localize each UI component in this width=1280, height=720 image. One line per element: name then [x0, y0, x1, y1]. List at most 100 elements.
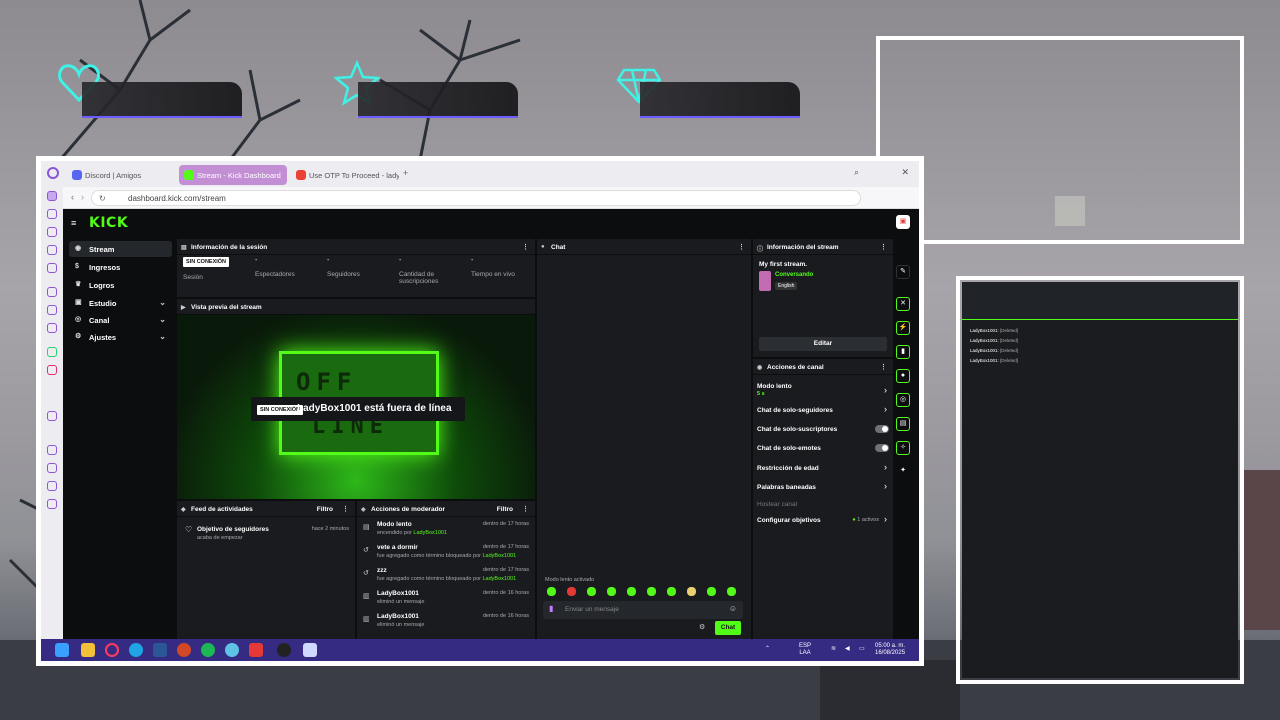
- panel-header: ▶ Vista previa del stream: [177, 299, 535, 315]
- edge-icon[interactable]: [129, 643, 143, 657]
- more-icon[interactable]: ⋮: [342, 505, 349, 513]
- tool-icon[interactable]: ⚡: [896, 321, 910, 335]
- sidebar-app-icon[interactable]: [47, 263, 57, 273]
- word-icon[interactable]: [153, 643, 167, 657]
- tool-icon[interactable]: ▤: [896, 417, 910, 431]
- emote-icon[interactable]: [667, 587, 676, 596]
- add-icon[interactable]: [47, 411, 57, 421]
- nav-stream[interactable]: ◉ Stream: [69, 241, 172, 257]
- close-window-icon[interactable]: ✕: [901, 167, 909, 178]
- followers-only-setting[interactable]: Chat de solo-seguidores: [757, 407, 833, 414]
- more-icon[interactable]: ⋮: [738, 243, 745, 251]
- more-icon[interactable]: ⋮: [880, 243, 887, 251]
- category-label[interactable]: Conversando: [775, 272, 813, 278]
- sidebar-app-icon[interactable]: [47, 287, 57, 297]
- subscribers-only-toggle[interactable]: [875, 425, 889, 433]
- edit-button[interactable]: Editar: [759, 337, 887, 351]
- emote-icon[interactable]: [587, 587, 596, 596]
- input-language[interactable]: ESP LAA: [799, 643, 811, 657]
- opera-gx-icon[interactable]: [105, 643, 119, 657]
- app-icon[interactable]: [249, 643, 263, 657]
- age-restriction-setting[interactable]: Restricción de edad: [757, 465, 819, 472]
- chat-app-icon[interactable]: [225, 643, 239, 657]
- back-icon[interactable]: ‹: [71, 192, 74, 202]
- gear-icon: ⚙: [75, 333, 82, 340]
- nav-logros[interactable]: ♛ Logros: [69, 277, 172, 293]
- chat-input[interactable]: ▮ Enviar un mensaje ☺: [543, 601, 743, 619]
- tab-kick-dashboard[interactable]: Stream - Kick Dashboard: [179, 165, 287, 185]
- file-explorer-icon[interactable]: [81, 643, 95, 657]
- reload-icon[interactable]: ↻: [99, 194, 106, 203]
- emote-icon[interactable]: [687, 587, 696, 596]
- battery-icon[interactable]: ▭: [859, 646, 865, 653]
- filter-button[interactable]: Filtro: [497, 506, 513, 513]
- more-icon[interactable]: ⋮: [522, 505, 529, 513]
- more-icon[interactable]: ⋮: [522, 243, 529, 251]
- search-tabs-icon[interactable]: ⌕: [854, 167, 859, 178]
- more-icon[interactable]: ⋮: [880, 363, 887, 371]
- chat-settings-icon[interactable]: ⚙: [699, 623, 705, 631]
- sidebar-app-icon[interactable]: [47, 227, 57, 237]
- camera-preview-icon[interactable]: ▣: [896, 215, 910, 229]
- tray-chevron-icon[interactable]: ⌃: [765, 646, 770, 653]
- emote-icon[interactable]: [607, 587, 616, 596]
- url-input[interactable]: dashboard.kick.com/stream: [91, 190, 861, 206]
- clock[interactable]: 05:00 a. m. 16/08/2025: [875, 643, 905, 657]
- sidebar-app-icon[interactable]: [47, 209, 57, 219]
- send-chat-button[interactable]: Chat: [715, 621, 741, 635]
- chat-bubble-icon[interactable]: ●: [896, 369, 910, 383]
- chat-panel: ● Chat ⋮ Modo lento activado ▮ Enviar un m…: [537, 239, 751, 639]
- messenger-icon[interactable]: [47, 323, 57, 333]
- emote-icon[interactable]: [707, 587, 716, 596]
- tab-discord[interactable]: Discord | Amigos: [67, 165, 175, 185]
- whatsapp-icon[interactable]: [47, 347, 57, 357]
- nav-ajustes[interactable]: ⚙ Ajustes ⌄: [69, 329, 172, 345]
- wrench-icon[interactable]: ✧: [896, 441, 910, 455]
- mic-icon: ▮: [549, 604, 554, 613]
- follower-goal-bar: [82, 82, 242, 118]
- opera-icon[interactable]: [47, 167, 59, 179]
- extensions-icon[interactable]: [47, 481, 57, 491]
- app-icon[interactable]: [303, 643, 317, 657]
- obs-icon[interactable]: [277, 643, 291, 657]
- tool-icon[interactable]: ✕: [896, 297, 910, 311]
- extra-icon[interactable]: ✦: [896, 465, 910, 479]
- banned-words-setting[interactable]: Palabras baneadas: [757, 484, 816, 491]
- new-tab-button[interactable]: +: [403, 169, 411, 178]
- filter-button[interactable]: Filtro: [317, 506, 333, 513]
- tab-gmail[interactable]: Use OTP To Proceed - ladyb: [291, 165, 399, 185]
- spotify-icon[interactable]: [201, 643, 215, 657]
- gx-icon[interactable]: [47, 191, 57, 201]
- sidebar-app-icon[interactable]: [47, 305, 57, 315]
- forward-icon[interactable]: ›: [81, 192, 84, 202]
- powerpoint-icon[interactable]: [177, 643, 191, 657]
- download-icon[interactable]: [47, 463, 57, 473]
- emote-icon[interactable]: [647, 587, 656, 596]
- goals-setting[interactable]: Configurar objetivos: [757, 517, 821, 524]
- emote-icon[interactable]: [727, 587, 736, 596]
- stat-followers: - Seguidores: [327, 257, 360, 278]
- emote-icon[interactable]: [567, 587, 576, 596]
- wifi-icon[interactable]: ≋: [831, 646, 836, 653]
- sidebar-app-icon[interactable]: [47, 245, 57, 255]
- slow-mode-setting[interactable]: Modo lento 5 s: [757, 383, 792, 397]
- settings-icon[interactable]: [47, 499, 57, 509]
- pencil-icon[interactable]: ✎: [896, 265, 910, 279]
- broadcast-icon[interactable]: ◎: [896, 393, 910, 407]
- emotes-only-toggle[interactable]: [875, 444, 889, 452]
- emote-icon[interactable]: [627, 587, 636, 596]
- start-icon[interactable]: [55, 643, 69, 657]
- emoji-icon[interactable]: ☺: [729, 604, 737, 613]
- kick-logo[interactable]: KICK: [89, 215, 128, 231]
- instagram-icon[interactable]: [47, 365, 57, 375]
- nav-canal[interactable]: ◎ Canal ⌄: [69, 312, 172, 328]
- menu-icon[interactable]: ≡: [71, 218, 76, 228]
- volume-icon[interactable]: ◀: [845, 646, 850, 653]
- history-icon[interactable]: [47, 445, 57, 455]
- kicks-goal-bar: [640, 82, 800, 118]
- nav-ingresos[interactable]: $ Ingresos: [69, 259, 172, 275]
- tool-icon[interactable]: ▮: [896, 345, 910, 359]
- undo-icon: ↺: [363, 547, 369, 554]
- nav-estudio[interactable]: ▣ Estudio ⌄: [69, 295, 172, 311]
- emote-icon[interactable]: [547, 587, 556, 596]
